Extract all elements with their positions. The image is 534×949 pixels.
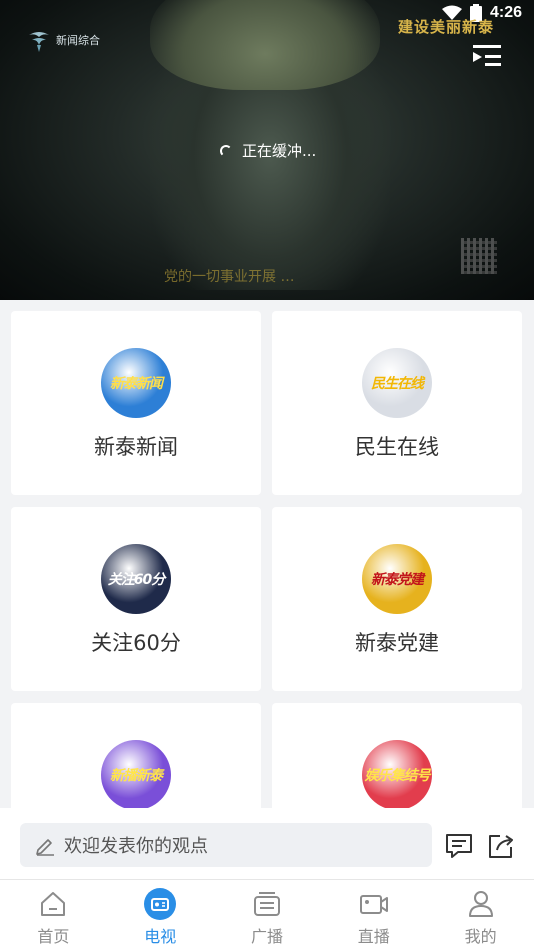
video-subtitle: 党的一切事业开展 … xyxy=(164,269,295,285)
channel-logo-text: 新闻综合 xyxy=(56,34,100,47)
program-thumbnail: 新泰新闻 xyxy=(101,348,171,418)
program-card[interactable]: 新泰新闻 新泰新闻 xyxy=(11,311,261,495)
program-thumbnail: 娱乐集结号 xyxy=(362,740,432,808)
buffering-text: 正在缓冲... xyxy=(242,142,317,160)
user-icon xyxy=(465,888,497,920)
program-label: 新泰党建 xyxy=(355,631,439,655)
program-card[interactable]: 民生在线 民生在线 xyxy=(272,311,522,495)
tab-home[interactable]: 首页 xyxy=(0,880,107,949)
tab-label: 电视 xyxy=(144,927,177,946)
pencil-icon xyxy=(36,839,54,856)
playlist-icon[interactable] xyxy=(473,44,501,68)
program-thumbnail: 民生在线 xyxy=(362,348,432,418)
program-thumbnail-text: 娱乐集结号 xyxy=(364,768,431,784)
channel-logo: 新闻综合 xyxy=(26,27,100,53)
program-card[interactable]: 娱乐集结号 xyxy=(272,703,522,808)
loading-spinner-icon xyxy=(220,144,232,157)
tab-label: 直播 xyxy=(357,927,390,946)
program-label: 关注60分 xyxy=(91,631,181,655)
program-grid: 新泰新闻 新泰新闻 民生在线 民生在线 关注60分 关注60分 新泰党建 新泰党… xyxy=(0,300,534,808)
program-card[interactable]: 关注60分 关注60分 xyxy=(11,507,261,691)
bottom-tab-bar: 首页 电视 广播 直播 我的 xyxy=(0,880,534,949)
tab-radio[interactable]: 广播 xyxy=(214,880,321,949)
program-card[interactable]: 新播新泰 xyxy=(11,703,261,808)
tab-label: 广播 xyxy=(250,927,283,946)
comment-placeholder: 欢迎发表你的观点 xyxy=(64,836,208,857)
program-label: 民生在线 xyxy=(355,435,439,459)
tab-tv[interactable]: 电视 xyxy=(107,880,214,949)
qr-code-icon xyxy=(461,238,497,274)
tab-me[interactable]: 我的 xyxy=(427,880,534,949)
tab-live[interactable]: 直播 xyxy=(320,880,427,949)
tab-label: 我的 xyxy=(464,927,497,946)
program-thumbnail-text: 关注60分 xyxy=(107,572,165,588)
program-thumbnail: 新泰党建 xyxy=(362,544,432,614)
comment-input[interactable]: 欢迎发表你的观点 xyxy=(20,823,432,867)
program-card[interactable]: 新泰党建 新泰党建 xyxy=(272,507,522,691)
video-player[interactable]: 4:26 新闻综合 建设美丽新泰 正在缓冲... 党的一切事业开展 … xyxy=(0,0,534,300)
program-label: 新泰新闻 xyxy=(94,435,178,459)
program-thumbnail-text: 民生在线 xyxy=(371,376,424,392)
share-icon[interactable] xyxy=(486,831,516,861)
tab-label: 首页 xyxy=(37,927,70,946)
program-thumbnail: 关注60分 xyxy=(101,544,171,614)
comment-icon[interactable] xyxy=(444,831,474,861)
video-watermark: 建设美丽新泰 xyxy=(397,18,494,36)
buffering-indicator: 正在缓冲... xyxy=(220,140,316,161)
comment-bar: 欢迎发表你的观点 xyxy=(0,808,534,880)
program-thumbnail-text: 新泰党建 xyxy=(371,572,424,588)
program-thumbnail: 新播新泰 xyxy=(101,740,171,808)
channel-logo-icon xyxy=(29,32,49,52)
home-icon xyxy=(37,888,69,920)
tv-icon xyxy=(144,888,177,920)
radio-icon xyxy=(251,888,283,920)
program-thumbnail-text: 新泰新闻 xyxy=(110,376,163,392)
status-time: 4:26 xyxy=(489,4,522,21)
video-camera-icon xyxy=(358,888,390,920)
program-thumbnail-text: 新播新泰 xyxy=(110,768,163,784)
